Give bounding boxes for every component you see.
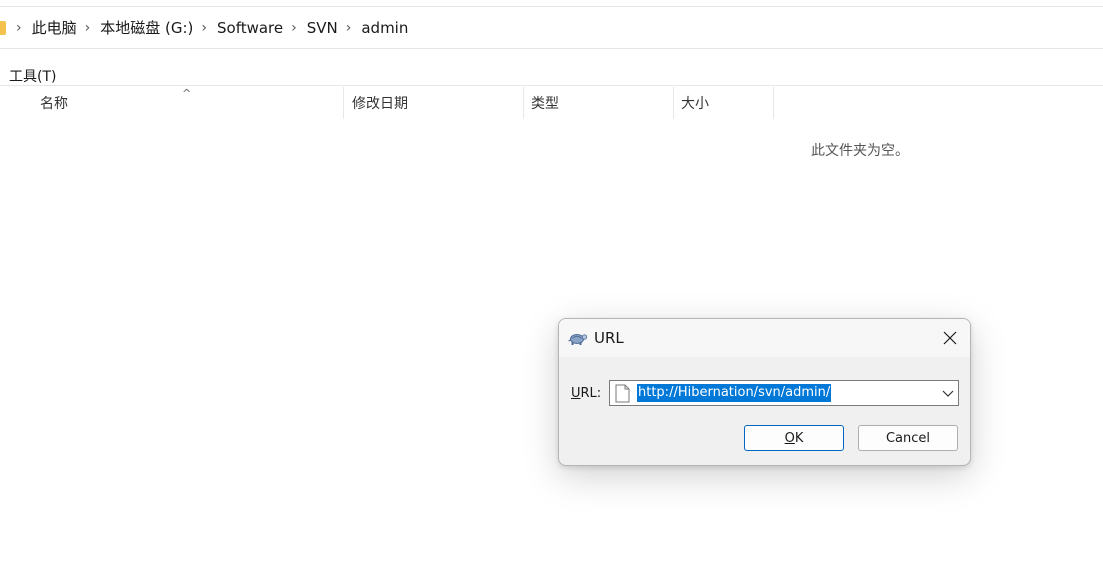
chevron-right-icon[interactable]: › [201,21,207,35]
breadcrumb-item-software[interactable]: Software [217,19,283,37]
tortoise-svn-icon [568,334,588,345]
url-input-value[interactable]: http://Hibernation/svn/admin/ [637,384,832,402]
breadcrumb-item-drive[interactable]: 本地磁盘 (G:) [100,17,193,38]
chevron-down-icon[interactable] [942,388,954,398]
chevron-right-icon[interactable]: › [291,21,297,35]
chevron-right-icon[interactable]: › [16,21,22,35]
column-header-size[interactable]: 大小 [674,87,774,119]
chevron-right-icon[interactable]: › [85,21,91,35]
breadcrumb-item-svn[interactable]: SVN [307,19,338,37]
url-label-accelerator: U [571,386,581,401]
close-button[interactable] [935,323,965,353]
breadcrumb-item-this-pc[interactable]: 此电脑 [32,17,77,38]
dialog-titlebar[interactable]: URL [559,319,970,357]
column-headers: 名称 修改日期 类型 大小 [0,87,1103,119]
folder-icon [0,20,6,35]
column-header-type[interactable]: 类型 [524,87,674,119]
cancel-button[interactable]: Cancel [858,425,958,451]
ok-button-text: K [794,430,804,446]
document-icon [615,384,630,403]
ok-button[interactable]: OK [744,425,844,451]
sort-ascending-icon: ^ [182,87,192,100]
empty-folder-message: 此文件夹为空。 [811,143,909,159]
breadcrumb-item-admin[interactable]: admin [361,19,408,37]
url-label: URL: [571,386,601,401]
close-icon [943,331,957,345]
chevron-right-icon[interactable]: › [346,21,352,35]
url-label-text: RL: [580,386,602,401]
menu-bar: 工具(T) [0,50,1103,86]
explorer-window: › 此电脑 › 本地磁盘 (G:) › Software › SVN › adm… [0,0,1103,577]
breadcrumb[interactable]: › 此电脑 › 本地磁盘 (G:) › Software › SVN › adm… [0,6,1103,49]
url-dialog: URL URL: http://Hibernation/svn/admin/ O… [558,318,971,466]
url-combobox[interactable]: http://Hibernation/svn/admin/ [609,380,959,406]
dialog-title: URL [594,329,624,347]
menu-tools[interactable]: 工具(T) [9,66,56,86]
column-header-date[interactable]: 修改日期 [344,87,524,119]
ok-button-accelerator: O [784,430,795,446]
